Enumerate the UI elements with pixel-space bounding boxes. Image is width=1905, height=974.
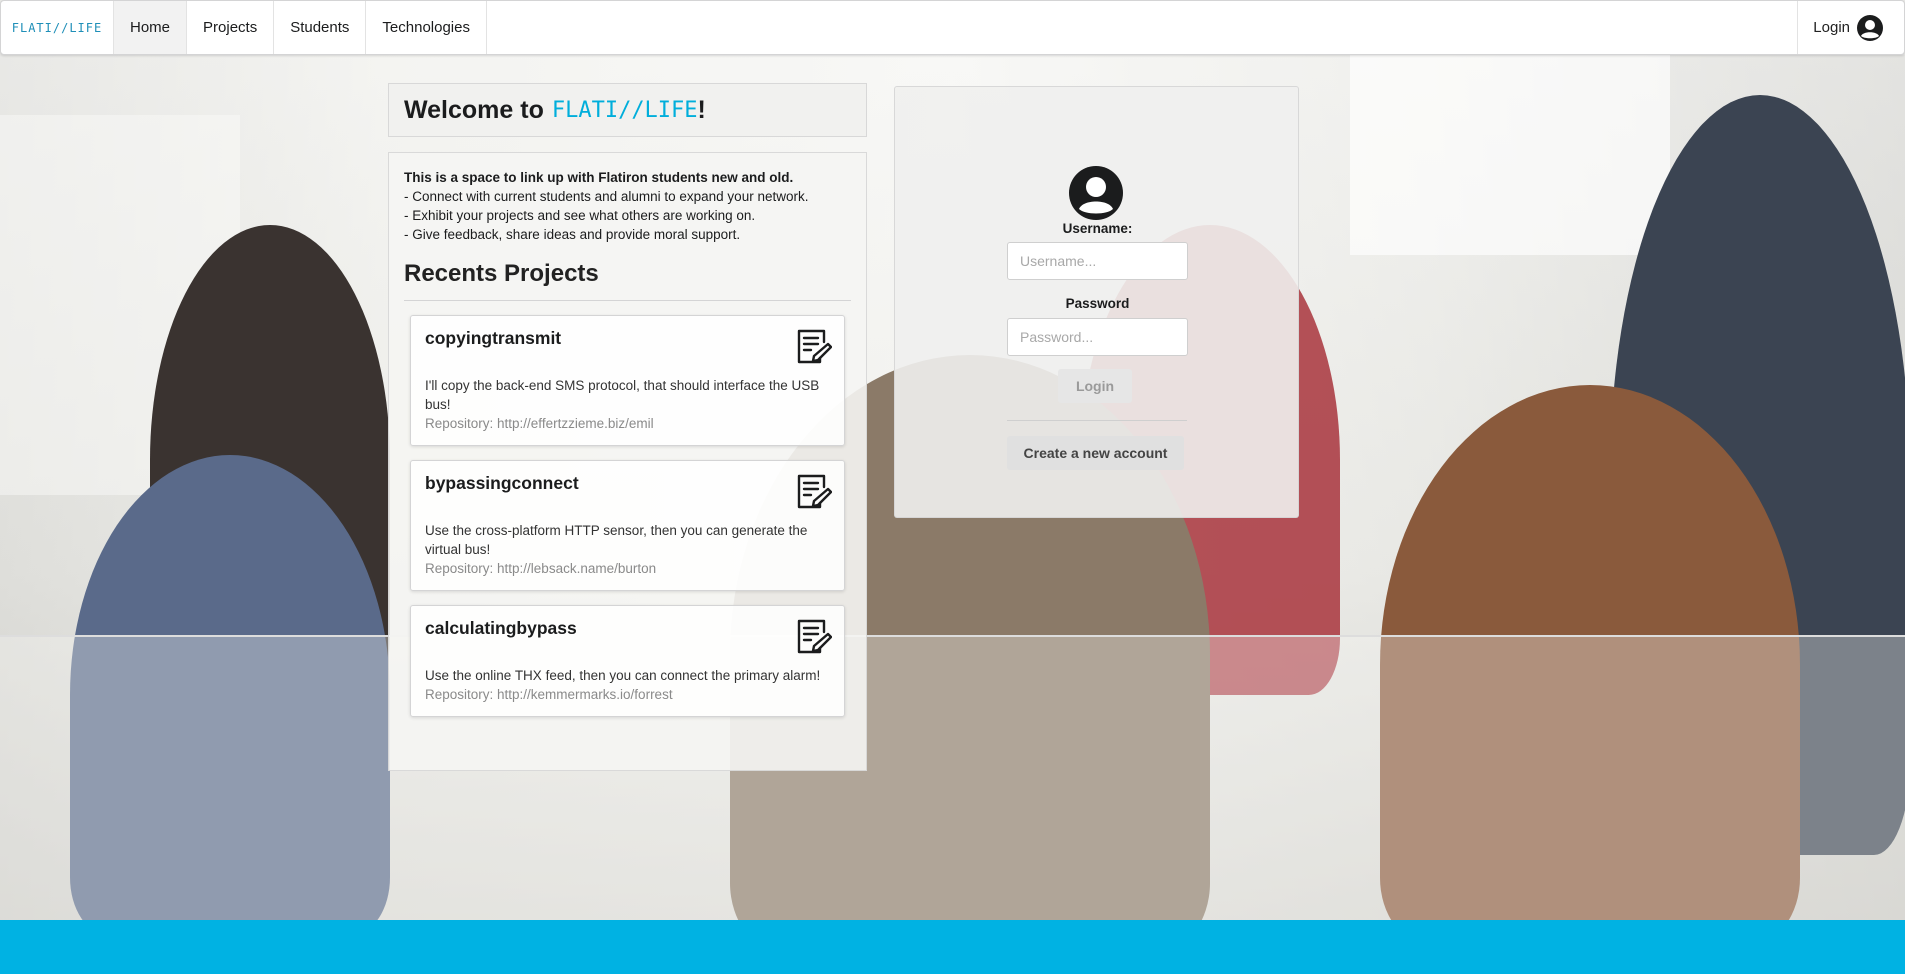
nav-item-students[interactable]: Students <box>274 1 367 54</box>
create-account-button[interactable]: Create a new account <box>1007 436 1184 470</box>
welcome-suffix: ! <box>697 95 706 124</box>
info-panel: This is a space to link up with Flatiron… <box>388 152 867 771</box>
user-circle-icon <box>1068 165 1124 226</box>
intro-bullet: - Give feedback, share ideas and provide… <box>404 227 741 242</box>
welcome-prefix: Welcome to <box>404 95 544 124</box>
username-label: Username: <box>1062 221 1133 236</box>
login-panel: Username: Password Login Create a new ac… <box>894 86 1299 518</box>
project-repo[interactable]: Repository: http://lebsack.name/burton <box>425 559 830 578</box>
nav-login-button[interactable]: Login <box>1797 1 1904 54</box>
recent-projects-title: Recents Projects <box>404 260 851 301</box>
nav-item-technologies[interactable]: Technologies <box>366 1 487 54</box>
intro-bullet: - Connect with current students and alum… <box>404 189 809 204</box>
nav-item-home[interactable]: Home <box>114 1 188 54</box>
welcome-header: Welcome to FLATI//LIFE ! <box>388 83 867 137</box>
nav-login-label: Login <box>1813 19 1850 36</box>
nav-item-projects[interactable]: Projects <box>187 1 275 54</box>
project-description: I'll copy the back-end SMS protocol, tha… <box>425 378 820 412</box>
intro-headline: This is a space to link up with Flatiron… <box>404 170 794 185</box>
project-card[interactable]: calculatingbypass Use the online THX fee… <box>410 605 845 717</box>
divider <box>1007 420 1187 421</box>
project-description: Use the cross-platform HTTP sensor, then… <box>425 523 808 557</box>
project-repo[interactable]: Repository: http://effertzzieme.biz/emil <box>425 414 830 433</box>
user-circle-icon <box>1856 14 1884 42</box>
intro-text: This is a space to link up with Flatiron… <box>404 168 851 244</box>
project-name[interactable]: bypassingconnect <box>425 473 830 509</box>
edit-note-icon <box>796 473 833 516</box>
login-button[interactable]: Login <box>1058 369 1132 403</box>
project-card[interactable]: copyingtransmit I'll copy the back-end S… <box>410 315 845 446</box>
welcome-brand: FLATI//LIFE <box>551 97 698 123</box>
top-nav: FLATI//LIFE Home Projects Students Techn… <box>0 0 1905 55</box>
project-description: Use the online THX feed, then you can co… <box>425 668 821 683</box>
site-logo[interactable]: FLATI//LIFE <box>1 1 114 54</box>
project-repo[interactable]: Repository: http://kemmermarks.io/forres… <box>425 685 830 704</box>
project-name[interactable]: calculatingbypass <box>425 618 830 654</box>
project-name[interactable]: copyingtransmit <box>425 328 830 364</box>
password-label: Password <box>1065 296 1130 311</box>
edit-note-icon <box>796 328 833 371</box>
intro-bullet: - Exhibit your projects and see what oth… <box>404 208 756 223</box>
project-card[interactable]: bypassingconnect Use the cross-platform … <box>410 460 845 591</box>
username-input[interactable] <box>1007 242 1188 280</box>
password-input[interactable] <box>1007 318 1188 356</box>
footer-bar <box>0 920 1905 974</box>
edit-note-icon <box>796 618 833 661</box>
